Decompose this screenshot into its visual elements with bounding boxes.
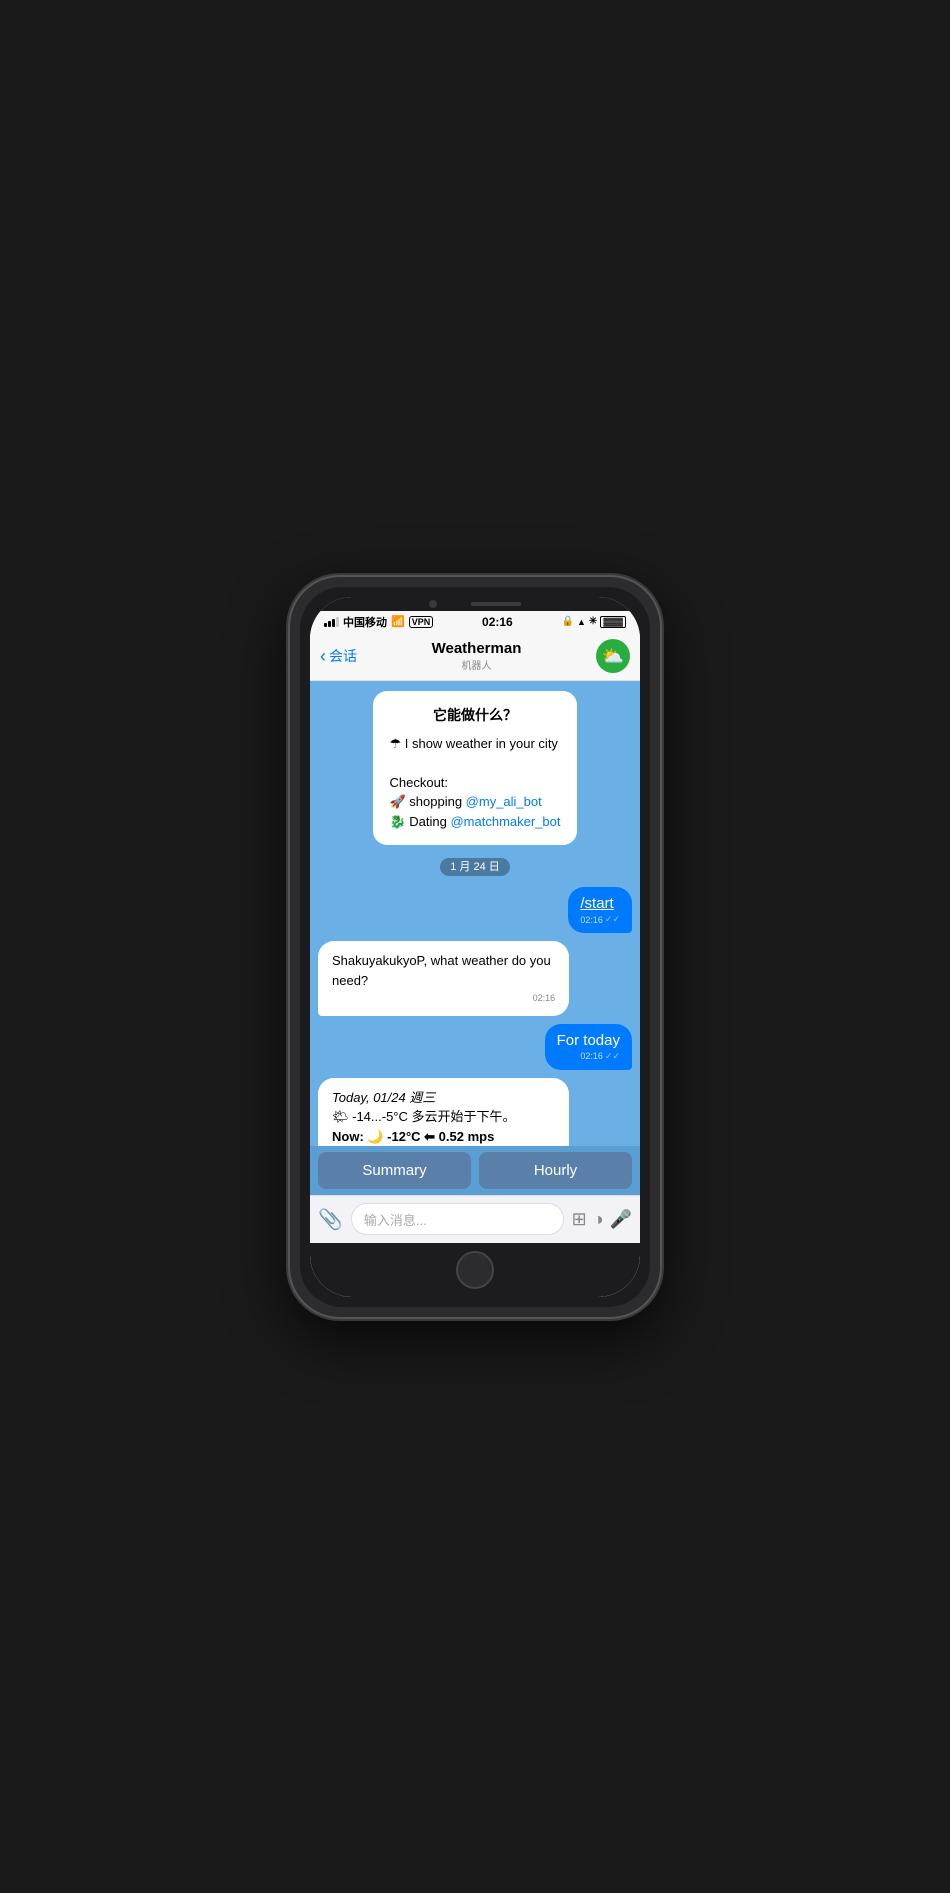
user-bubble-1: /start 02:16 ✓✓: [568, 887, 632, 933]
message-input[interactable]: 输入消息...: [351, 1203, 564, 1235]
bot-bubble-2: Today, 01/24 週三 🌤 -14...-5°C 多云开始于下午。 No…: [318, 1078, 569, 1146]
bot-msg2-line2: 🌤 -14...-5°C 多云开始于下午。: [332, 1107, 555, 1127]
signal-bars-icon: [324, 617, 339, 627]
front-camera: [429, 600, 437, 608]
user-msg1-text: /start: [580, 895, 620, 912]
user-bubble-2: For today 02:16 ✓✓: [545, 1024, 632, 1070]
welcome-link1-row: 🚀 shopping @my_ali_bot: [389, 792, 560, 812]
welcome-title: 它能做什么？: [389, 705, 560, 726]
home-button[interactable]: [456, 1251, 494, 1289]
user-msg2-text: For today: [557, 1032, 620, 1049]
welcome-checkout: Checkout:: [389, 773, 560, 793]
bluetooth-icon: ✳: [589, 616, 597, 627]
wifi-icon: 📶: [391, 615, 405, 628]
location-icon: ▲: [577, 617, 586, 627]
emoji-icon[interactable]: ◑: [593, 1209, 604, 1230]
user-msg2-time: 02:16 ✓✓: [557, 1051, 620, 1062]
status-bar: 中国移动 📶 VPN 02:16 🔒 ▲ ✳ ▓▓▓: [310, 611, 640, 633]
welcome-line1: ☂ I show weather in your city: [389, 734, 560, 754]
welcome-bubble: 它能做什么？ ☂ I show weather in your city Che…: [373, 691, 576, 846]
bot-avatar[interactable]: ⛅: [596, 639, 630, 673]
input-bar: 📎 输入消息... ⊞ ◑ 🎤: [310, 1195, 640, 1243]
lock-icon: 🔒: [562, 616, 574, 627]
attach-icon[interactable]: 📎: [318, 1207, 343, 1232]
user-msg1-time: 02:16 ✓✓: [580, 914, 620, 925]
sticker-icon[interactable]: ⊞: [572, 1209, 587, 1230]
checkmarks-icon: ✓✓: [605, 914, 620, 925]
input-placeholder: 输入消息...: [364, 1210, 427, 1229]
summary-button[interactable]: Summary: [318, 1152, 471, 1189]
status-time: 02:16: [482, 615, 513, 629]
screen: 中国移动 📶 VPN 02:16 🔒 ▲ ✳ ▓▓▓ ‹ 会话: [310, 597, 640, 1297]
bot-message-2-wrap: Today, 01/24 週三 🌤 -14...-5°C 多云开始于下午。 No…: [318, 1078, 632, 1146]
carrier-label: 中国移动: [343, 614, 387, 630]
user-message-1: /start 02:16 ✓✓: [318, 887, 632, 933]
nav-title-area: Weatherman 机器人: [357, 640, 596, 672]
my-ali-bot-link[interactable]: @my_ali_bot: [466, 794, 542, 809]
bot-msg1-time: 02:16: [332, 992, 555, 1006]
date-separator-text: 1 月 24 日: [440, 858, 510, 876]
bot-msg1-text: ShakuyakukyoP, what weather do you need?: [332, 951, 555, 990]
back-button[interactable]: ‹ 会话: [320, 646, 357, 667]
battery-icon: ▓▓▓: [600, 616, 626, 628]
phone-device: 中国移动 📶 VPN 02:16 🔒 ▲ ✳ ▓▓▓ ‹ 会话: [290, 577, 660, 1317]
bot-msg2-line1: Today, 01/24 週三: [332, 1088, 555, 1108]
date-separator: 1 月 24 日: [318, 857, 632, 875]
nav-title: Weatherman: [357, 640, 596, 657]
nav-subtitle: 机器人: [357, 657, 596, 672]
vpn-badge: VPN: [409, 616, 434, 628]
notch: [310, 597, 640, 611]
user-message-2: For today 02:16 ✓✓: [318, 1024, 632, 1070]
bot-avatar-icon: ⛅: [602, 646, 624, 667]
status-left: 中国移动 📶 VPN: [324, 614, 433, 630]
welcome-link1-pre: 🚀 shopping: [389, 794, 465, 809]
home-button-area: [310, 1243, 640, 1297]
bot-message-1-wrap: ShakuyakukyoP, what weather do you need?…: [318, 941, 632, 1016]
earpiece-speaker: [471, 602, 521, 606]
chat-area[interactable]: 它能做什么？ ☂ I show weather in your city Che…: [310, 681, 640, 1146]
status-right: 🔒 ▲ ✳ ▓▓▓: [562, 616, 626, 628]
bot-msg2-line3: Now: 🌙 -12°C ⬅ 0.52 mps: [332, 1127, 555, 1146]
checkmarks-2-icon: ✓✓: [605, 1051, 620, 1062]
matchmaker-bot-link[interactable]: @matchmaker_bot: [450, 814, 560, 829]
bot-bubble-1: ShakuyakukyoP, what weather do you need?…: [318, 941, 569, 1016]
input-icons: ⊞ ◑ 🎤: [572, 1209, 632, 1230]
quick-replies-bar: Summary Hourly: [310, 1146, 640, 1195]
chevron-left-icon: ‹: [320, 646, 326, 667]
back-label: 会话: [329, 646, 357, 666]
hourly-button[interactable]: Hourly: [479, 1152, 632, 1189]
welcome-link2-row: 🐉 Dating @matchmaker_bot: [389, 812, 560, 832]
nav-bar: ‹ 会话 Weatherman 机器人 ⛅: [310, 633, 640, 681]
mic-icon[interactable]: 🎤: [610, 1209, 632, 1230]
welcome-link2-pre: 🐉 Dating: [389, 814, 450, 829]
phone-inner: 中国移动 📶 VPN 02:16 🔒 ▲ ✳ ▓▓▓ ‹ 会话: [300, 587, 650, 1307]
